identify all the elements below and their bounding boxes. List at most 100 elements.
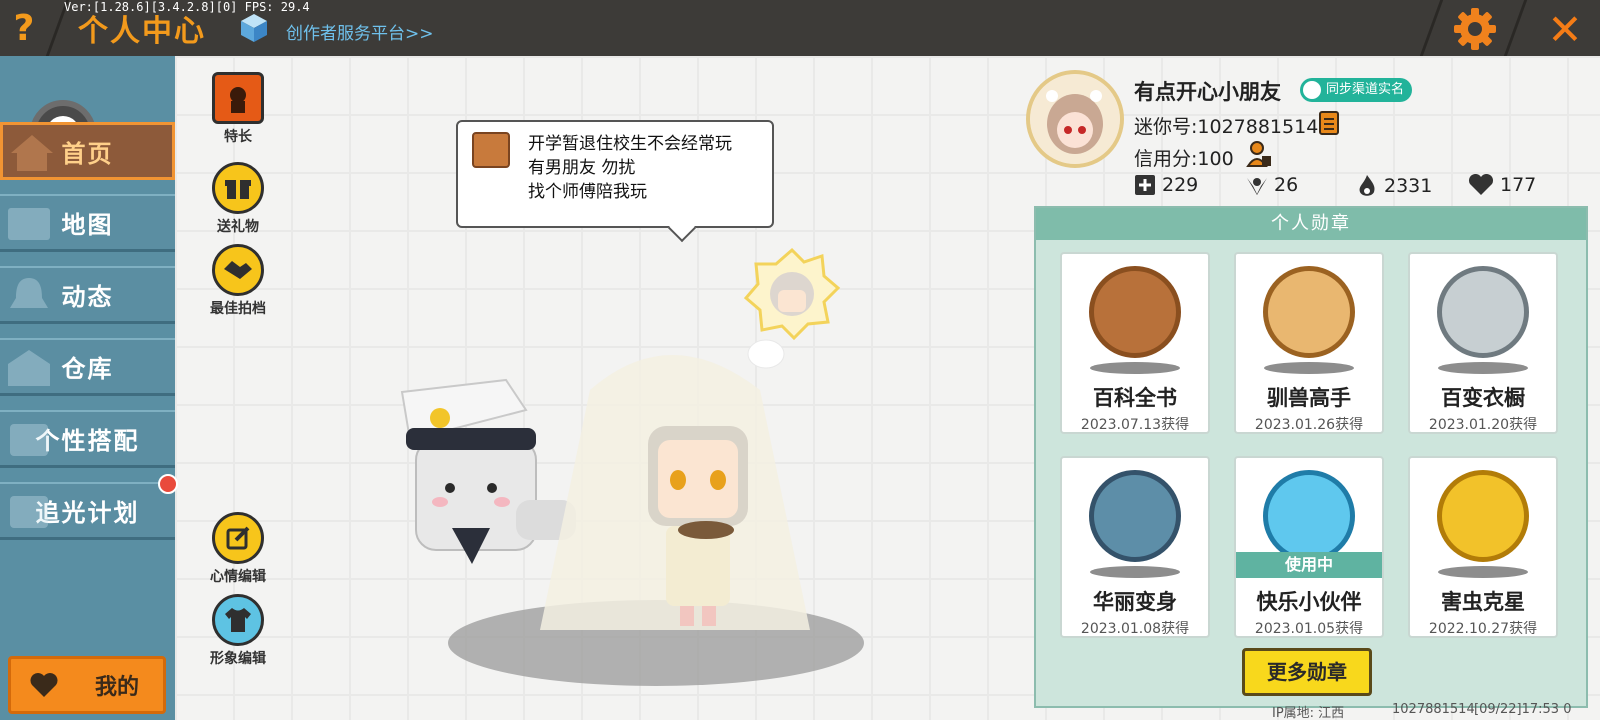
badge-card[interactable]: 百变衣橱 2023.01.20获得 xyxy=(1408,252,1558,434)
realname-label: 同步渠道实名 xyxy=(1326,82,1405,97)
badge-name: 百科全书 xyxy=(1093,386,1177,410)
sidebar-item-feed[interactable]: 动态 xyxy=(0,266,175,324)
footer-uid: 1027881514 xyxy=(1392,702,1475,717)
badge-card[interactable]: 华丽变身 2023.01.08获得 xyxy=(1060,456,1210,638)
mood-line: 有男朋友 勿扰 xyxy=(528,158,636,178)
divider xyxy=(1503,0,1528,56)
heart-icon xyxy=(1468,174,1494,195)
stat-value: 26 xyxy=(1274,174,1299,196)
more-badges-button[interactable]: 更多勋章 xyxy=(1242,648,1372,696)
sidebar-item-home[interactable]: 首页 xyxy=(0,122,175,180)
badge-card[interactable]: 百科全书 2023.07.13获得 xyxy=(1060,252,1210,434)
mini-id: 迷你号:1027881514 xyxy=(1134,116,1319,138)
stat-likes: 177 xyxy=(1468,174,1536,196)
shirt-icon[interactable] xyxy=(212,594,264,646)
bell-icon xyxy=(10,278,48,308)
help-icon[interactable]: ? xyxy=(14,8,35,49)
stat-popularity: 2331 xyxy=(1356,174,1432,198)
sidebar-item-label: 动态 xyxy=(61,283,114,311)
badge-date: 2023.01.08获得 xyxy=(1080,621,1190,637)
stat-value: 229 xyxy=(1162,174,1199,196)
badge-date: 2023.01.20获得 xyxy=(1428,417,1538,433)
mine-label: 我的 xyxy=(95,675,140,700)
send-gift-label: 送礼物 xyxy=(217,219,259,235)
map-icon xyxy=(8,208,50,240)
ip-location: IP属地: 江西 xyxy=(1272,706,1345,720)
mood-line: 开学暂退住校生不会经常玩 xyxy=(528,134,732,154)
mood-edit-label: 心情编辑 xyxy=(210,569,266,585)
avatar-edit-button[interactable]: 形象编辑 xyxy=(200,594,276,668)
mood-icon xyxy=(472,132,510,168)
specialty-button[interactable]: 特长 xyxy=(200,72,276,146)
nickname: 有点开心小朋友 xyxy=(1134,80,1281,104)
notification-dot xyxy=(158,474,178,494)
cube-icon[interactable] xyxy=(238,12,270,44)
in-use-label: 使用中 xyxy=(1236,552,1382,578)
badge-pedestal xyxy=(1438,566,1528,578)
badge-card[interactable]: 驯兽高手 2023.01.26获得 xyxy=(1234,252,1384,434)
mood-line: 找个师傅陪我玩 xyxy=(528,182,647,202)
pencil-icon[interactable] xyxy=(212,512,264,564)
thought-cloud xyxy=(747,339,785,369)
footer-time: [09/22]17:53 0 xyxy=(1474,702,1572,717)
send-gift-button[interactable]: 送礼物 xyxy=(200,162,276,236)
gear-icon[interactable] xyxy=(1452,6,1498,52)
handshake-icon[interactable] xyxy=(212,244,264,296)
outfit-icon xyxy=(10,424,48,456)
transform-badge-icon xyxy=(1089,470,1181,562)
copy-icon[interactable] xyxy=(1318,110,1340,136)
divider xyxy=(1419,0,1444,56)
mood-edit-button[interactable]: 心情编辑 xyxy=(200,512,276,586)
specialty-label: 特长 xyxy=(224,129,252,145)
badge-date: 2023.01.26获得 xyxy=(1254,417,1364,433)
badge-date: 2022.10.27获得 xyxy=(1428,621,1538,637)
person-check-icon xyxy=(1303,81,1321,99)
badge-panel-title: 个人勋章 xyxy=(1036,208,1586,240)
close-button[interactable]: ✕ xyxy=(1530,2,1600,56)
add-friend-icon xyxy=(1135,175,1155,195)
wardrobe-badge-icon xyxy=(1437,266,1529,358)
flame-icon xyxy=(1359,175,1375,196)
badge-pedestal xyxy=(1090,566,1180,578)
help-button[interactable]: ? xyxy=(0,0,48,56)
close-icon[interactable]: ✕ xyxy=(1547,5,1582,54)
stat-value: 2331 xyxy=(1384,175,1433,197)
book-badge-icon xyxy=(1089,266,1181,358)
pest-badge-icon xyxy=(1437,470,1529,562)
best-partner-button[interactable]: 最佳拍档 xyxy=(200,244,276,318)
mood-bubble: 开学暂退住校生不会经常玩 有男朋友 勿扰 找个师傅陪我玩 xyxy=(456,120,774,228)
version-info: Ver:[1.28.6][3.4.2.8][0] FPS: 29.4 xyxy=(64,0,310,14)
mine-button[interactable]: 我的 xyxy=(8,656,166,714)
realname-badge[interactable]: 同步渠道实名 xyxy=(1300,78,1413,102)
badge-pedestal xyxy=(1438,362,1528,374)
sidebar-item-outfit[interactable]: 个性搭配 xyxy=(0,410,175,468)
creator-platform-link[interactable]: 创作者服务平台>> xyxy=(286,19,434,44)
warehouse-icon xyxy=(8,350,50,386)
gift-icon[interactable] xyxy=(212,162,264,214)
avatar[interactable] xyxy=(1026,70,1124,168)
partner-badge-icon xyxy=(1263,470,1355,562)
badge-date: 2023.07.13获得 xyxy=(1080,417,1190,433)
mood-text: 开学暂退住校生不会经常玩 有男朋友 勿扰 找个师傅陪我玩 xyxy=(528,132,732,204)
stat-value: 177 xyxy=(1500,174,1537,196)
badge-name: 驯兽高手 xyxy=(1267,386,1351,410)
heart-icon xyxy=(30,673,58,697)
sidebar-item-warehouse[interactable]: 仓库 xyxy=(0,338,175,396)
badge-card[interactable]: 使用中 快乐小伙伴 2023.01.05获得 xyxy=(1234,456,1384,638)
tamer-badge-icon xyxy=(1263,266,1355,358)
stat-friends: 229 xyxy=(1134,174,1198,196)
badge-pedestal xyxy=(1264,362,1354,374)
badge-pedestal xyxy=(1090,362,1180,374)
sidebar-item-map[interactable]: 地图 xyxy=(0,194,175,252)
house-icon xyxy=(11,135,53,171)
sidebar-item-spotlight[interactable]: 追光计划 xyxy=(0,482,175,540)
badge-name: 快乐小伙伴 xyxy=(1256,590,1362,614)
fans-icon xyxy=(1247,178,1267,195)
sidebar-item-label: 首页 xyxy=(61,139,114,168)
badge-name: 害虫克星 xyxy=(1441,590,1525,614)
bride-avatar-figure xyxy=(540,355,810,630)
badge-card[interactable]: 害虫克星 2022.10.27获得 xyxy=(1408,456,1558,638)
specialty-icon[interactable] xyxy=(212,72,264,124)
credit-person-icon[interactable] xyxy=(1246,140,1272,168)
sticker-icon xyxy=(743,247,841,341)
